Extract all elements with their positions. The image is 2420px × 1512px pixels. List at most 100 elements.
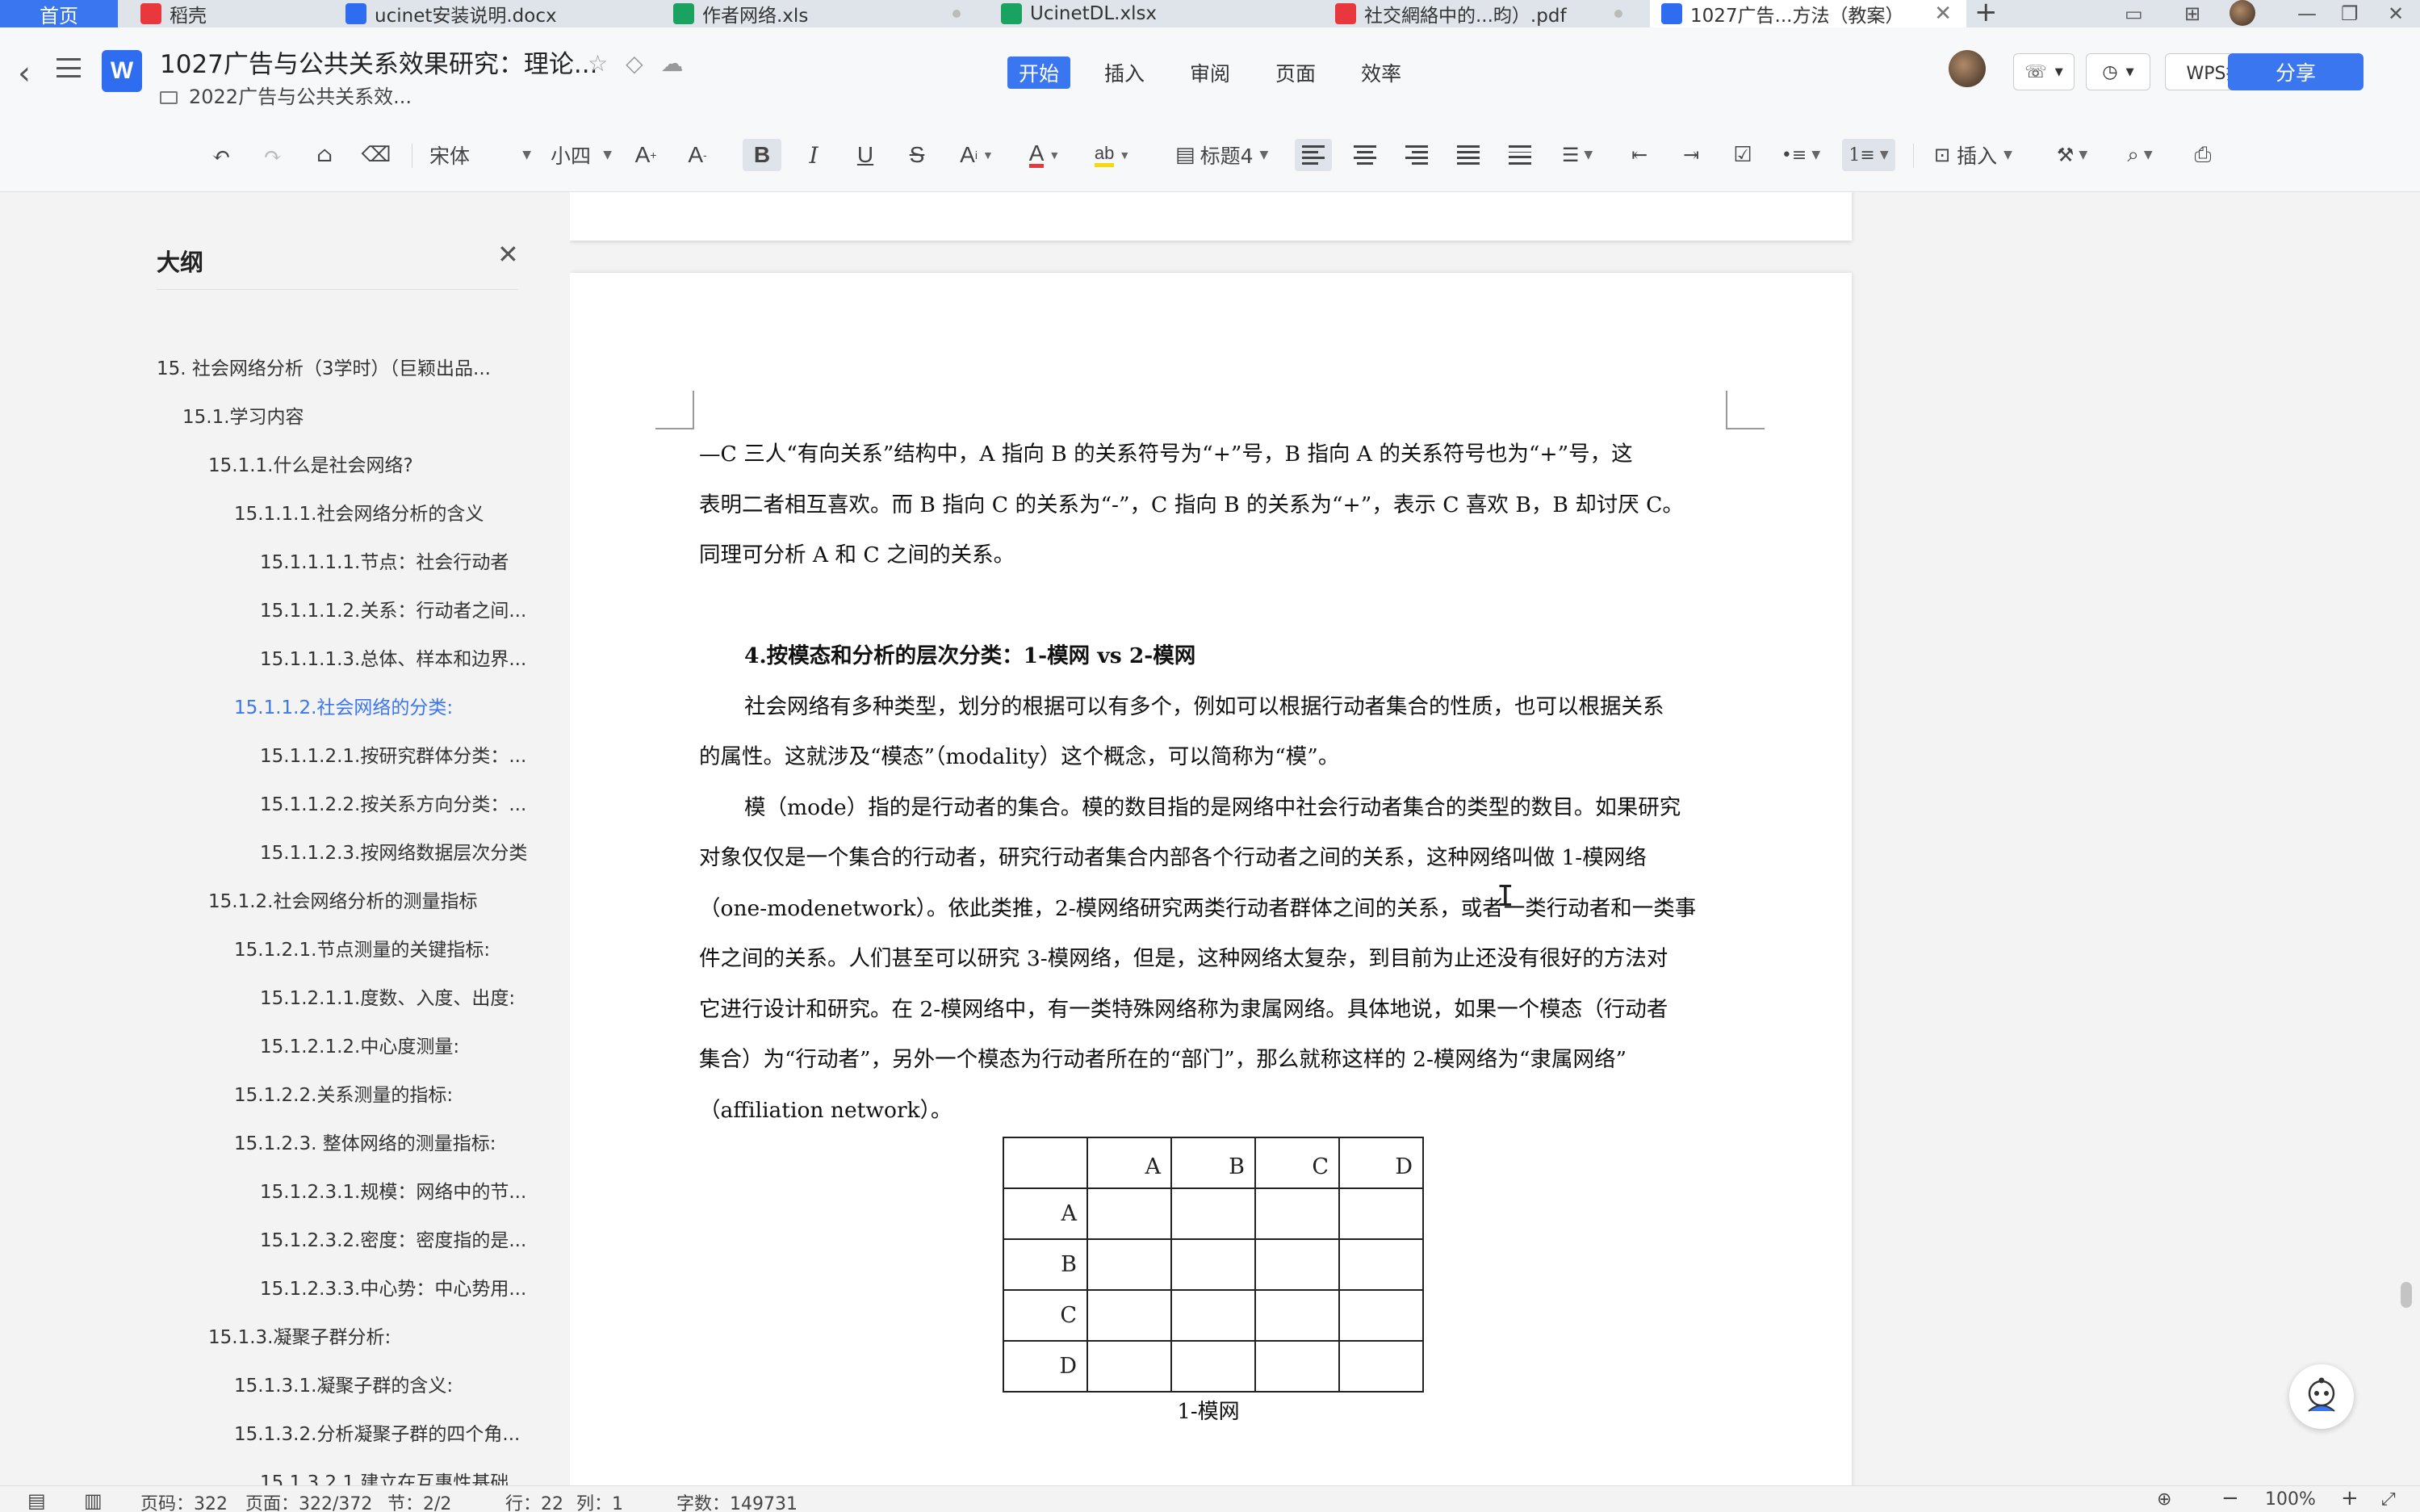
tab-efficiency[interactable]: 效率: [1350, 57, 1413, 89]
paragraph-line[interactable]: （affiliation network）。: [699, 1085, 1727, 1136]
globe-icon[interactable]: ⊕: [2157, 1489, 2171, 1510]
star-icon[interactable]: ☆: [588, 50, 608, 77]
table-row-header-cell[interactable]: C: [1003, 1289, 1088, 1342]
outline-item[interactable]: 15.1.1.1.3.总体、样本和边界...: [260, 641, 526, 673]
table-cell[interactable]: [1086, 1187, 1172, 1240]
font-size-select[interactable]: 小四 ▼: [551, 140, 612, 170]
outline-item[interactable]: 15.1.2.3.1.规模：网络中的节...: [260, 1174, 526, 1206]
hamburger-menu-icon[interactable]: [57, 58, 81, 77]
bullet-list-menu[interactable]: •≡ ▼: [1776, 139, 1826, 171]
table-cell[interactable]: [1086, 1340, 1172, 1393]
document-title[interactable]: 1027广告与公共关系效果研究：理论...: [160, 44, 597, 80]
paragraph-line[interactable]: 表明二者相互喜欢。而 B 指向 C 的关系为“-”，C 指向 B 的关系为“+”…: [699, 480, 1727, 530]
table-header-cell[interactable]: B: [1170, 1137, 1256, 1189]
align-center-icon[interactable]: [1346, 139, 1384, 171]
tag-icon[interactable]: ◇: [626, 50, 643, 77]
back-arrow-icon[interactable]: ‹: [18, 55, 31, 92]
outline-item[interactable]: 15.1.2.1.1.度数、入度、出度:: [260, 980, 515, 1012]
table-row-header-cell[interactable]: D: [1003, 1340, 1088, 1393]
table-cell[interactable]: [1254, 1238, 1340, 1291]
table-cell[interactable]: [1338, 1187, 1424, 1240]
window-layout-icon[interactable]: ▭: [2125, 0, 2143, 27]
table-cell[interactable]: [1086, 1289, 1172, 1342]
tab-social-network-pdf[interactable]: 社交網絡中的...昀）.pdf: [1324, 0, 1643, 27]
outline-item[interactable]: 15.1.1.2.3.按网络数据层次分类: [260, 835, 527, 867]
call-button[interactable]: ☏ ▼: [2013, 53, 2075, 90]
paragraph-line[interactable]: （one-modenetwork）。依此类推，2-模网络研究两类行动者群体之间的…: [699, 883, 1727, 934]
paragraph-line[interactable]: 件之间的关系。人们甚至可以研究 3-模网络，但是，这种网络太复杂，到目前为止还没…: [699, 933, 1727, 984]
table-cell[interactable]: [1338, 1238, 1424, 1291]
outline-item[interactable]: 15.1.2.3.3.中心势：中心势用...: [260, 1271, 526, 1303]
outline-view-icon[interactable]: ▤: [27, 1489, 46, 1512]
document-canvas[interactable]: —C 三人“有向关系”结构中，A 指向 B 的关系符号为“+”号，B 指向 A …: [570, 192, 2420, 1485]
increase-indent-icon[interactable]: ⇥: [1673, 139, 1710, 171]
history-button[interactable]: ◷ ▼: [2086, 53, 2150, 90]
page-view-icon[interactable]: ▥: [84, 1489, 103, 1512]
outline-item[interactable]: 15.1.3.2.分析凝聚子群的四个角...: [234, 1416, 520, 1448]
paragraph-line[interactable]: 同理可分析 A 和 C 之间的关系。: [699, 530, 1727, 580]
outline-item[interactable]: 15.1.1.2.2.按关系方向分类：...: [260, 786, 526, 819]
underline-icon[interactable]: U: [848, 139, 883, 171]
paragraph-line[interactable]: 的属性。这就涉及“模态”（modality）这个概念，可以简称为“模”。: [699, 731, 1727, 782]
tab-page[interactable]: 页面: [1264, 57, 1327, 89]
share-button[interactable]: 分享: [2228, 53, 2363, 90]
window-close-icon[interactable]: ✕: [2388, 0, 2404, 27]
outline-item[interactable]: 15.1.2.1.2.中心度测量:: [260, 1028, 459, 1061]
tab-review[interactable]: 审阅: [1179, 57, 1241, 89]
grid-apps-icon[interactable]: ⊞: [2184, 0, 2200, 27]
word-count[interactable]: 字数：149731: [676, 1489, 798, 1512]
outline-item[interactable]: 15.1.2.3.2.密度：密度指的是...: [260, 1222, 526, 1254]
bold-icon[interactable]: B: [743, 139, 781, 171]
superscript-menu[interactable]: Ai ▼: [953, 139, 1001, 171]
avatar[interactable]: [2229, 0, 2255, 26]
line-spacing-menu[interactable]: ☰ ▼: [1553, 139, 1601, 171]
outline-item[interactable]: 15.1.1.1.1.节点：社会行动者: [260, 544, 509, 576]
table-cell[interactable]: [1338, 1340, 1424, 1393]
outline-item[interactable]: 15.1.学习内容: [182, 399, 304, 431]
vertical-scrollbar[interactable]: [2401, 1282, 2412, 1308]
decrease-font-size-icon[interactable]: A-: [680, 139, 715, 171]
tab-author-network-xls[interactable]: 作者网络.xls: [662, 0, 982, 27]
outline-item[interactable]: 15.1.2.3. 整体网络的测量指标:: [234, 1125, 496, 1158]
distributed-align-icon[interactable]: [1501, 139, 1539, 171]
paragraph-line[interactable]: 对象仅仅是一个集合的行动者，研究行动者集合内部各个行动者之间的关系，这种网络叫做…: [699, 832, 1727, 883]
document-path[interactable]: 2022广告与公共关系效...: [160, 81, 412, 109]
table-cell[interactable]: [1254, 1289, 1340, 1342]
tab-ucinetdl-xlsx[interactable]: UcinetDL.xlsx: [990, 0, 1309, 27]
tab-home[interactable]: 首页: [0, 0, 118, 27]
outline-item[interactable]: 15.1.1.2.1.按研究群体分类：...: [260, 738, 526, 770]
table-cell[interactable]: [1170, 1289, 1256, 1342]
outline-item[interactable]: 15.1.1.2.社会网络的分类:: [234, 689, 453, 722]
paragraph-line[interactable]: 集合）为“行动者”，另外一个模态为行动者所在的“部门”，那么就称这样的 2-模网…: [699, 1034, 1727, 1085]
adjacency-matrix-table[interactable]: ABCDABCD: [1003, 1137, 1424, 1393]
eraser-icon[interactable]: ⌫: [358, 139, 394, 171]
fit-window-icon[interactable]: ⤢: [2381, 1489, 2396, 1510]
table-header-cell[interactable]: [1003, 1137, 1088, 1189]
align-left-icon[interactable]: [1295, 139, 1332, 171]
close-icon[interactable]: ✕: [497, 239, 519, 270]
font-name-select[interactable]: 宋体 ▼: [429, 140, 534, 170]
increase-font-size-icon[interactable]: A +: [628, 139, 664, 171]
justify-icon[interactable]: [1450, 139, 1487, 171]
tab-current-doc[interactable]: 1027广告...方法（教案） ✕: [1650, 0, 1966, 27]
table-cell[interactable]: [1170, 1340, 1256, 1393]
undo-icon[interactable]: ↶: [203, 139, 239, 171]
align-right-icon[interactable]: [1398, 139, 1435, 171]
tab-docer[interactable]: 稻壳: [129, 0, 331, 27]
strikethrough-icon[interactable]: S: [899, 139, 935, 171]
table-header-cell[interactable]: D: [1338, 1137, 1424, 1189]
decrease-indent-icon[interactable]: ⇤: [1621, 139, 1658, 171]
table-cell[interactable]: [1254, 1340, 1340, 1393]
numbered-list-menu[interactable]: 1≡ ▼: [1842, 139, 1895, 171]
paragraph-line[interactable]: —C 三人“有向关系”结构中，A 指向 B 的关系符号为“+”号，B 指向 A …: [699, 429, 1727, 480]
outline-item[interactable]: 15.1.1.1.社会网络分析的含义: [234, 496, 484, 528]
outline-item[interactable]: 15.1.1.1.2.关系：行动者之间...: [260, 593, 526, 625]
zoom-in-icon[interactable]: +: [2341, 1486, 2359, 1510]
restore-icon[interactable]: ❐: [2341, 0, 2359, 27]
table-row-header-cell[interactable]: B: [1003, 1238, 1088, 1291]
ai-assistant-button[interactable]: [2289, 1364, 2354, 1429]
table-cell[interactable]: [1338, 1289, 1424, 1342]
user-avatar[interactable]: [1949, 50, 1986, 87]
table-cell[interactable]: [1170, 1238, 1256, 1291]
checklist-icon[interactable]: ☑: [1724, 139, 1761, 171]
